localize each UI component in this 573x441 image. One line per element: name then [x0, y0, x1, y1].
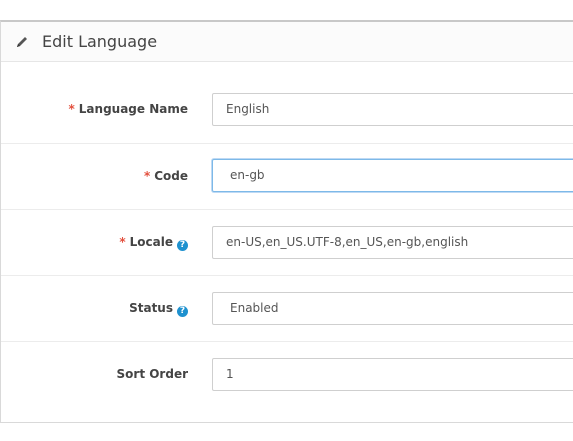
language-name-input[interactable]: English: [212, 93, 573, 126]
sort-order-input[interactable]: 1: [212, 358, 573, 391]
status-label: Status?: [129, 276, 188, 341]
form-row-locale: * Locale? en-US,en_US.UTF-8,en_US,en-gb,e…: [1, 209, 573, 275]
form-row-status: Status? Enabled: [1, 275, 573, 341]
question-circle-icon[interactable]: ?: [177, 240, 188, 251]
edit-language-panel: Edit Language * Language Name English * Co…: [0, 20, 573, 423]
question-circle-icon[interactable]: ?: [177, 306, 188, 317]
panel-title: Edit Language: [42, 32, 158, 51]
status-select[interactable]: Enabled: [212, 292, 573, 325]
locale-label: * Locale?: [119, 210, 188, 275]
panel-heading: Edit Language: [1, 22, 573, 62]
required-marker: *: [68, 102, 75, 116]
form-row-language-name: * Language Name English: [1, 77, 573, 142]
sort-order-label: Sort Order: [116, 367, 188, 381]
code-input[interactable]: en-gb: [212, 159, 573, 192]
code-label: * Code: [143, 169, 188, 183]
language-name-label: * Language Name: [68, 102, 189, 116]
required-marker: *: [143, 169, 151, 183]
form-row-code: * Code en-gb: [1, 143, 573, 209]
form-row-sort-order: Sort Order 1: [1, 341, 573, 407]
required-marker: *: [119, 235, 126, 249]
locale-input[interactable]: en-US,en_US.UTF-8,en_US,en-gb,english: [212, 226, 573, 259]
pencil-icon: [14, 34, 30, 50]
